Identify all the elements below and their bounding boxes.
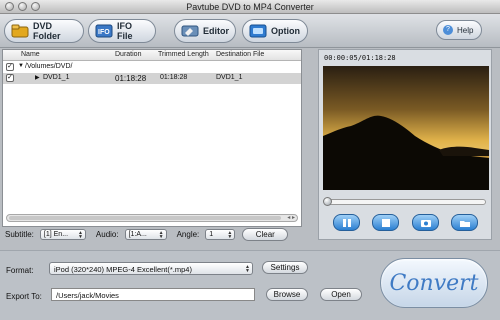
- row-expand-icon[interactable]: ▶: [35, 74, 40, 81]
- stop-icon: [381, 218, 390, 227]
- select-arrows-icon: ▲ ▼: [227, 229, 233, 240]
- folder-expand-icon[interactable]: ▼: [18, 63, 24, 69]
- track-options-bar: Subtitle: [1] En... ▲ ▼ Audio: [1:A... ▲ ▼…: [2, 227, 302, 241]
- angle-select[interactable]: 1 ▲ ▼: [205, 228, 236, 240]
- select-arrows-icon: ▲ ▼: [245, 264, 250, 274]
- preview-pane: 00:00:05/01:18:28: [318, 49, 492, 240]
- snapshot-button[interactable]: [412, 214, 439, 231]
- camera-icon: [420, 219, 431, 227]
- ifo-file-label: IFO File: [117, 21, 133, 41]
- scroll-arrows-icon[interactable]: ◂ ▸: [287, 214, 295, 221]
- format-select[interactable]: iPod (320*240) MPEG-4 Excellent(*.mp4) ▲…: [49, 262, 253, 275]
- column-duration[interactable]: Duration: [115, 51, 141, 58]
- option-label: Option: [271, 26, 300, 36]
- svg-text:IFO: IFO: [98, 29, 110, 36]
- stop-button[interactable]: [372, 214, 399, 231]
- dvd-folder-label: DVD Folder: [33, 21, 61, 41]
- editor-button[interactable]: Editor: [174, 19, 236, 43]
- column-name[interactable]: Name: [21, 51, 40, 58]
- convert-button[interactable]: Convert: [380, 258, 488, 308]
- pause-button[interactable]: [333, 214, 360, 231]
- help-button[interactable]: ? Help: [436, 20, 482, 40]
- format-label: Format:: [6, 266, 34, 275]
- browse-button[interactable]: Browse: [266, 288, 308, 301]
- seek-bar[interactable]: [323, 197, 486, 206]
- dvd-folder-button[interactable]: DVD Folder: [4, 19, 84, 43]
- angle-label: Angle:: [176, 229, 200, 239]
- format-value: iPod (320*240) MPEG-4 Excellent(*.mp4): [54, 265, 192, 274]
- timecode: 00:00:05/01:18:28: [324, 54, 396, 62]
- horizontal-scrollbar[interactable]: ◂ ▸: [6, 214, 298, 222]
- subtitle-value: [1] En...: [43, 230, 69, 238]
- open-button[interactable]: Open: [320, 288, 362, 301]
- row-trimmed-length: 01:18:28: [160, 74, 188, 81]
- row-name: DVD1_1: [43, 74, 70, 81]
- folder-icon: [459, 220, 470, 227]
- folder-path: /Volumes/DVD/: [25, 63, 73, 70]
- seek-knob[interactable]: [323, 197, 332, 206]
- audio-value: [1:A...: [128, 230, 147, 238]
- subtitle-select[interactable]: [1] En... ▲ ▼: [39, 228, 86, 240]
- subtitle-label: Subtitle:: [5, 229, 34, 239]
- select-arrows-icon: ▲ ▼: [158, 229, 164, 240]
- window-title: Pavtube DVD to MP4 Converter: [186, 2, 314, 12]
- video-frame: [323, 66, 489, 190]
- row-destination: DVD1_1: [216, 74, 243, 81]
- column-destination-file[interactable]: Destination File: [216, 51, 264, 58]
- scrollbar-thumb[interactable]: [9, 216, 281, 220]
- audio-label: Audio:: [95, 229, 119, 239]
- toolbar: DVD Folder IFO IFO File Editor Option ? …: [0, 14, 500, 48]
- angle-value: 1: [209, 230, 214, 238]
- folder-checkbox[interactable]: ✓: [6, 63, 14, 71]
- editor-label: Editor: [203, 26, 229, 36]
- pause-icon: [342, 218, 351, 227]
- row-duration: 01:18:28: [115, 74, 147, 83]
- clear-button[interactable]: Clear: [242, 227, 289, 241]
- ifo-file-button[interactable]: IFO IFO File: [88, 19, 156, 43]
- help-icon: ?: [443, 25, 453, 35]
- select-arrows-icon: ▲ ▼: [77, 229, 83, 240]
- row-checkbox[interactable]: ✓: [6, 74, 14, 82]
- column-trimmed-length[interactable]: Trimmed Length: [158, 51, 209, 58]
- audio-select[interactable]: [1:A... ▲ ▼: [124, 228, 167, 240]
- editor-icon: [181, 24, 199, 38]
- file-list-header: Name Duration Trimmed Length Destination…: [3, 50, 301, 61]
- folder-row[interactable]: ✓ ▼ /Volumes/DVD/: [3, 62, 301, 72]
- dvd-folder-icon: [11, 24, 29, 38]
- open-folder-button[interactable]: [451, 214, 478, 231]
- file-list: Name Duration Trimmed Length Destination…: [2, 49, 302, 227]
- ifo-file-icon: IFO: [95, 24, 113, 38]
- option-button[interactable]: Option: [242, 19, 308, 43]
- help-label: Help: [457, 25, 474, 35]
- table-row[interactable]: ✓ ▶ DVD1_1 01:18:28 01:18:28 DVD1_1: [3, 73, 301, 84]
- title-bar: Pavtube DVD to MP4 Converter: [0, 0, 500, 14]
- settings-button[interactable]: Settings: [262, 261, 308, 274]
- export-path-field[interactable]: /Users/jack/Movies: [51, 288, 255, 301]
- option-icon: [249, 24, 267, 38]
- export-label: Export To:: [6, 292, 42, 301]
